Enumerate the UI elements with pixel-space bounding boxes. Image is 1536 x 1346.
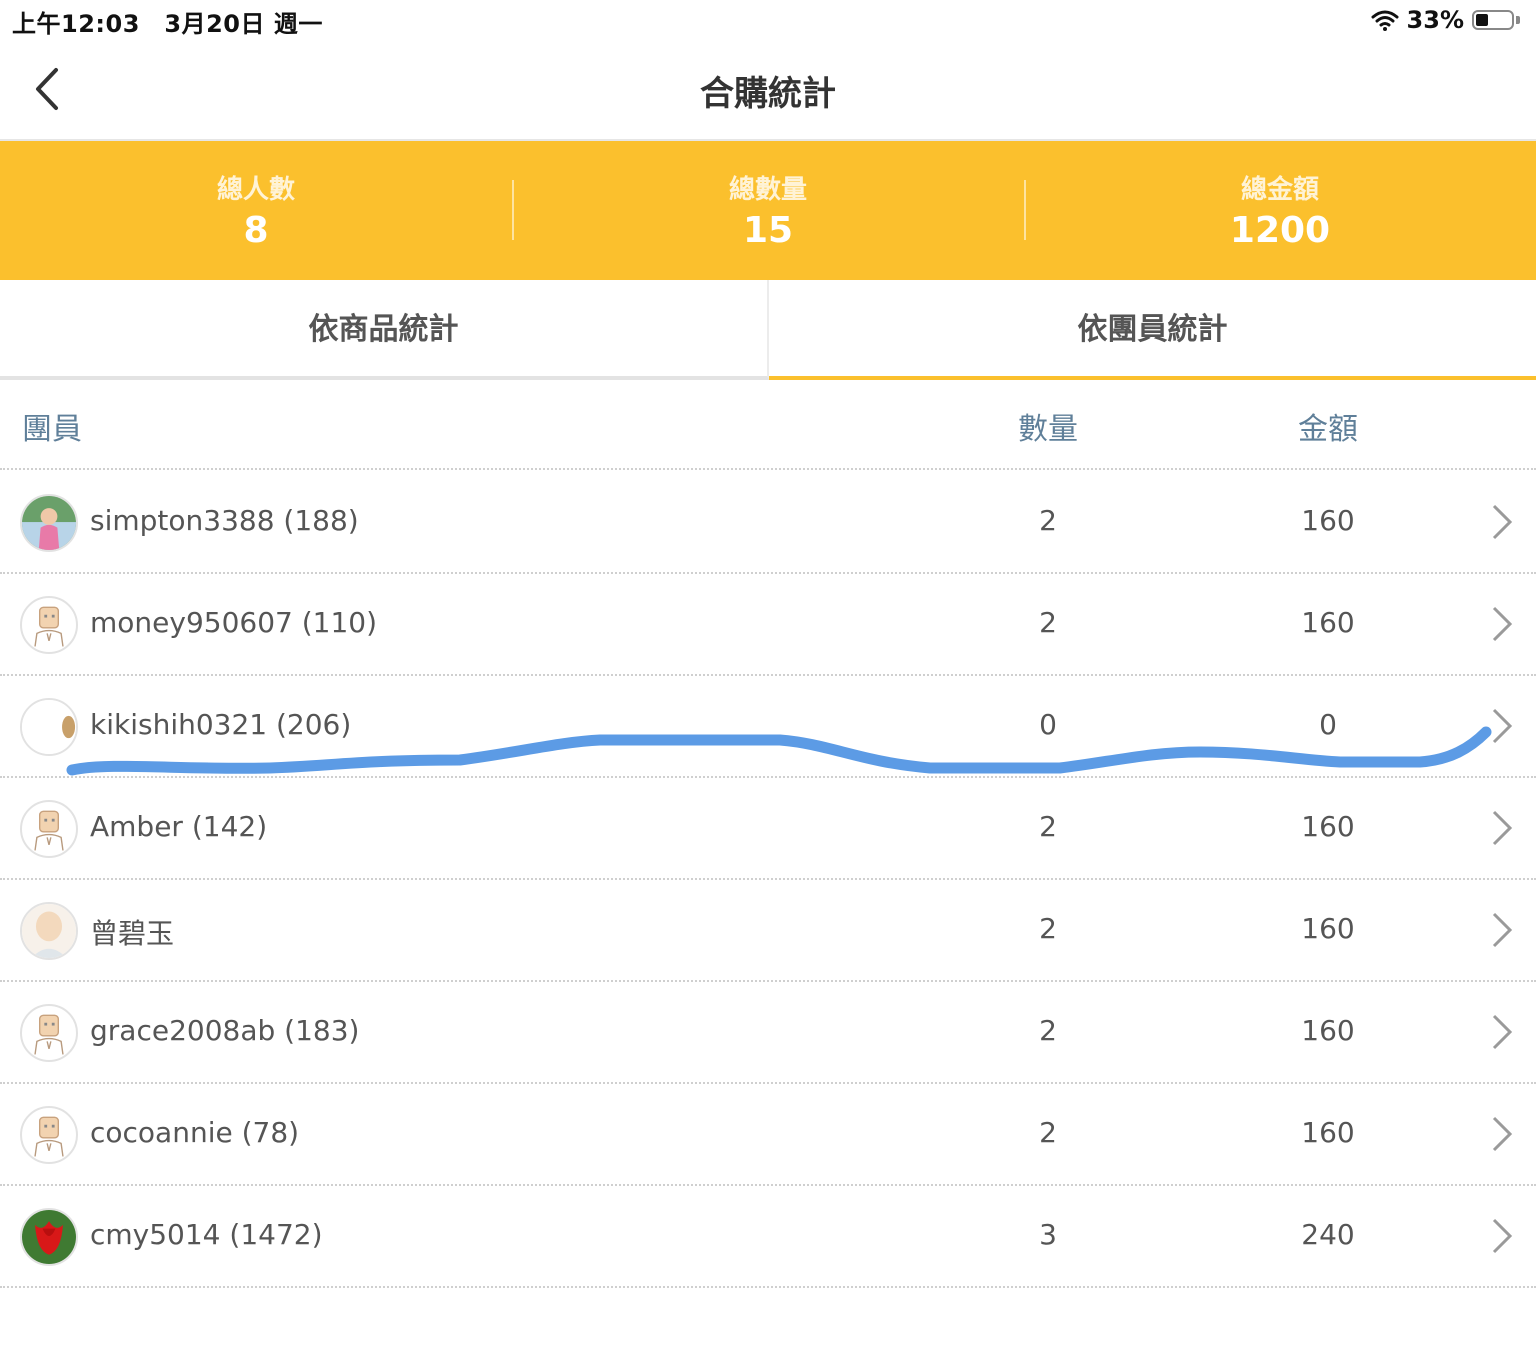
quantity-cell: 2 xyxy=(1039,810,1057,843)
status-right: 33% xyxy=(1371,4,1522,36)
default-avatar xyxy=(20,800,78,858)
amount-cell: 240 xyxy=(1301,1218,1355,1251)
amount-cell: 0 xyxy=(1319,708,1337,741)
summary-band: 總人數 8 總數量 15 總金額 1200 xyxy=(0,141,1536,280)
default-avatar xyxy=(20,596,78,654)
header-quantity: 數量 xyxy=(1018,412,1078,447)
wifi-icon xyxy=(1371,10,1399,31)
summary-amount-value: 1200 xyxy=(1229,210,1331,251)
quantity-cell: 2 xyxy=(1039,606,1057,639)
member-name: money950607 (110) xyxy=(90,606,378,639)
member-name: kikishih0321 (206) xyxy=(90,708,352,741)
chevron-right-icon xyxy=(1492,1014,1513,1050)
battery-percentage: 33% xyxy=(1406,6,1464,34)
member-name: Amber (142) xyxy=(90,810,268,843)
status-bar: 上午12:03 3月20日 週一 33% xyxy=(0,0,1536,40)
tab-bar: 依商品統計 依團員統計 xyxy=(0,280,1536,380)
table-row[interactable]: cocoannie (78) 2 160 xyxy=(0,1084,1536,1186)
quantity-cell: 2 xyxy=(1039,1116,1057,1149)
member-name: cmy5014 (1472) xyxy=(90,1218,323,1251)
tab-by-member[interactable]: 依團員統計 xyxy=(769,280,1536,380)
quantity-cell: 0 xyxy=(1039,708,1057,741)
table-row[interactable]: kikishih0321 (206) 0 0 xyxy=(0,676,1536,778)
summary-quantity: 總數量 15 xyxy=(512,141,1024,280)
amount-cell: 160 xyxy=(1301,912,1355,945)
quantity-cell: 2 xyxy=(1039,1014,1057,1047)
member-name: 曾碧玉 xyxy=(90,917,175,950)
header-amount: 金額 xyxy=(1298,412,1358,447)
default-avatar xyxy=(20,1004,78,1062)
table-row[interactable]: grace2008ab (183) 2 160 xyxy=(0,982,1536,1084)
summary-people-label: 總人數 xyxy=(216,175,295,205)
chevron-right-icon xyxy=(1492,504,1513,540)
amount-cell: 160 xyxy=(1301,606,1355,639)
amount-cell: 160 xyxy=(1301,810,1355,843)
chevron-right-icon xyxy=(1492,708,1513,744)
table-row[interactable]: Amber (142) 2 160 xyxy=(0,778,1536,880)
table-row[interactable]: simpton3388 (188) 2 160 xyxy=(0,472,1536,574)
page-title: 合購統計 xyxy=(700,74,836,114)
tulip-avatar xyxy=(20,1208,78,1266)
summary-people-value: 8 xyxy=(243,210,269,251)
summary-amount: 總金額 1200 xyxy=(1024,141,1536,280)
quantity-cell: 2 xyxy=(1039,504,1057,537)
member-name: simpton3388 (188) xyxy=(90,504,359,537)
nav-bar: 合購統計 xyxy=(0,40,1536,141)
summary-people: 總人數 8 xyxy=(0,141,512,280)
summary-quantity-label: 總數量 xyxy=(728,175,807,205)
chevron-right-icon xyxy=(1492,606,1513,642)
header-member: 團員 xyxy=(22,412,82,447)
member-name: cocoannie (78) xyxy=(90,1116,300,1149)
status-time: 上午12:03 3月20日 週一 xyxy=(12,10,323,38)
table-row[interactable]: 曾碧玉 2 160 xyxy=(0,880,1536,982)
amount-cell: 160 xyxy=(1301,1014,1355,1047)
quantity-cell: 2 xyxy=(1039,912,1057,945)
member-name: grace2008ab (183) xyxy=(90,1014,360,1047)
quantity-cell: 3 xyxy=(1039,1218,1057,1251)
chevron-right-icon xyxy=(1492,810,1513,846)
default-avatar xyxy=(20,1106,78,1164)
amount-cell: 160 xyxy=(1301,504,1355,537)
blurred-avatar xyxy=(20,902,78,960)
member-list: simpton3388 (188) 2 160 money950607 (110… xyxy=(0,472,1536,1288)
summary-quantity-value: 15 xyxy=(742,210,794,251)
chevron-right-icon xyxy=(1492,1116,1513,1152)
partial-avatar xyxy=(20,698,78,756)
battery-icon xyxy=(1472,8,1522,32)
chevron-right-icon xyxy=(1492,1218,1513,1254)
summary-amount-label: 總金額 xyxy=(1240,175,1319,205)
amount-cell: 160 xyxy=(1301,1116,1355,1149)
photo-avatar xyxy=(20,494,78,552)
table-header: 團員 數量 金額 xyxy=(0,380,1536,470)
table-row[interactable]: cmy5014 (1472) 3 240 xyxy=(0,1186,1536,1288)
chevron-right-icon xyxy=(1492,912,1513,948)
table-row[interactable]: money950607 (110) 2 160 xyxy=(0,574,1536,676)
tab-by-product[interactable]: 依商品統計 xyxy=(0,280,769,380)
